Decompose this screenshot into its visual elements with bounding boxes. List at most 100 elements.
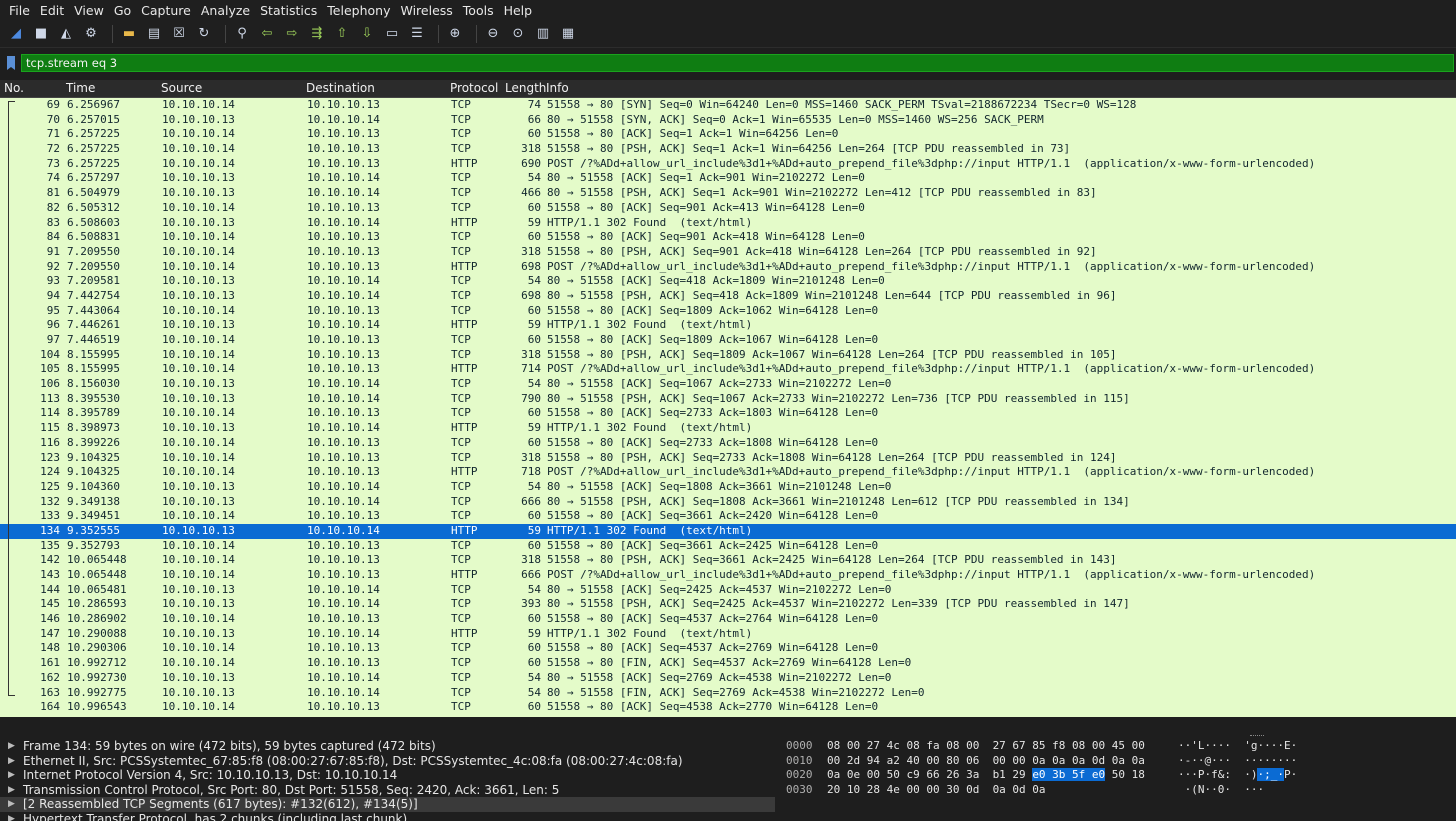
packet-row[interactable]: 125 9.104360 10.10.10.13 10.10.10.14 TCP 54 80… [0, 480, 1456, 495]
packet-list[interactable]: No. Time Source Destination Protocol Len… [0, 80, 1456, 717]
menu-capture[interactable]: Capture [136, 3, 196, 18]
packet-row[interactable]: 123 9.104325 10.10.10.14 10.10.10.13 TCP 318 5… [0, 451, 1456, 466]
packet-row[interactable]: 94 7.442754 10.10.10.13 10.10.10.14 TCP 698 80… [0, 289, 1456, 304]
packet-row[interactable]: 84 6.508831 10.10.10.14 10.10.10.13 TCP 60 515… [0, 230, 1456, 245]
packet-row[interactable]: 91 7.209550 10.10.10.14 10.10.10.13 TCP 318 51… [0, 245, 1456, 260]
packet-row[interactable]: 115 8.398973 10.10.10.13 10.10.10.14 HTTP 59 H… [0, 421, 1456, 436]
ascii-bytes[interactable]: ···P·f&: ·)·;_·P· [1178, 768, 1297, 783]
go-to-packet-icon[interactable]: ⇶ [307, 24, 327, 44]
packet-row[interactable]: 97 7.446519 10.10.10.14 10.10.10.13 TCP 60 515… [0, 333, 1456, 348]
column-header-length[interactable]: Length [505, 81, 546, 95]
packet-row[interactable]: 72 6.257225 10.10.10.14 10.10.10.13 TCP 318 51… [0, 142, 1456, 157]
ascii-bytes[interactable]: ·-··@··· ········ [1178, 754, 1297, 769]
packet-row[interactable]: 147 10.290088 10.10.10.13 10.10.10.14 HTTP 59… [0, 627, 1456, 642]
packet-row[interactable]: 93 7.209581 10.10.10.13 10.10.10.14 TCP 54 80 … [0, 274, 1456, 289]
packet-row[interactable]: 106 8.156030 10.10.10.13 10.10.10.14 TCP 54 80… [0, 377, 1456, 392]
resize-columns-icon[interactable]: ▥ [533, 24, 553, 44]
packet-row[interactable]: 92 7.209550 10.10.10.14 10.10.10.13 HTTP 698 P… [0, 260, 1456, 275]
colorize-icon[interactable]: ☰ [407, 24, 427, 44]
go-back-icon[interactable]: ⇦ [257, 24, 277, 44]
packet-row[interactable]: 162 10.992730 10.10.10.13 10.10.10.14 TCP 54 8… [0, 671, 1456, 686]
last-packet-icon[interactable]: ⇩ [357, 24, 377, 44]
column-header-info[interactable]: Info [546, 81, 569, 95]
detail-tree-item[interactable]: ▶ [2 Reassembled TCP Segments (617 bytes)… [0, 797, 775, 812]
packet-row[interactable]: 142 10.065448 10.10.10.14 10.10.10.13 TCP 318… [0, 553, 1456, 568]
packet-row[interactable]: 135 9.352793 10.10.10.14 10.10.10.13 TCP 60 51… [0, 539, 1456, 554]
expand-arrow-icon[interactable]: ▶ [8, 768, 15, 783]
find-packet-icon[interactable]: ⚲ [232, 24, 252, 44]
packet-row[interactable]: 71 6.257225 10.10.10.14 10.10.10.13 TCP 60 515… [0, 127, 1456, 142]
detail-tree-item[interactable]: ▶ Frame 134: 59 bytes on wire (472 bits),… [0, 739, 775, 754]
packet-row[interactable]: 134 9.352555 10.10.10.13 10.10.10.14 HTTP 59 H… [0, 523, 1456, 539]
menu-view[interactable]: View [69, 3, 109, 18]
menu-file[interactable]: File [4, 3, 35, 18]
go-forward-icon[interactable]: ⇨ [282, 24, 302, 44]
first-packet-icon[interactable]: ⇧ [332, 24, 352, 44]
reload-file-icon[interactable]: ↻ [194, 24, 214, 44]
packet-row[interactable]: 124 9.104325 10.10.10.14 10.10.10.13 HTTP 718… [0, 465, 1456, 480]
packet-row[interactable]: 104 8.155995 10.10.10.14 10.10.10.13 TCP 318 5… [0, 348, 1456, 363]
packet-row[interactable]: 145 10.286593 10.10.10.13 10.10.10.14 TCP 393… [0, 597, 1456, 612]
packet-row[interactable]: 83 6.508603 10.10.10.13 10.10.10.14 HTTP 59 HT… [0, 216, 1456, 231]
packet-row[interactable]: 161 10.992712 10.10.10.14 10.10.10.13 TCP 60 5… [0, 656, 1456, 671]
packet-row[interactable]: 70 6.257015 10.10.10.13 10.10.10.14 TCP 66 80 … [0, 113, 1456, 128]
packet-row[interactable]: 143 10.065448 10.10.10.14 10.10.10.13 HTTP 66… [0, 568, 1456, 583]
menu-tools[interactable]: Tools [458, 3, 499, 18]
packet-row[interactable]: 105 8.155995 10.10.10.14 10.10.10.13 HTTP 714… [0, 362, 1456, 377]
close-file-icon[interactable]: ☒ [169, 24, 189, 44]
menu-help[interactable]: Help [499, 3, 538, 18]
stop-capture-icon[interactable]: ■ [31, 24, 51, 44]
filter-bookmark-icon[interactable] [6, 55, 16, 71]
hex-bytes[interactable]: 0a 0e 00 50 c9 66 26 3a b1 29 e0 3b 5f e… [827, 768, 1145, 783]
detail-tree-item[interactable]: ▶ Internet Protocol Version 4, Src: 10.10… [0, 768, 775, 783]
column-header-protocol[interactable]: Protocol [450, 81, 498, 95]
packet-row[interactable]: 82 6.505312 10.10.10.14 10.10.10.13 TCP 60 515… [0, 201, 1456, 216]
normal-size-icon[interactable]: ⊙ [508, 24, 528, 44]
expand-arrow-icon[interactable]: ▶ [8, 797, 15, 812]
autoscroll-icon[interactable]: ▭ [382, 24, 402, 44]
packet-row[interactable]: 144 10.065481 10.10.10.13 10.10.10.14 TCP 54 8… [0, 583, 1456, 598]
pane-splitter[interactable] [0, 717, 1456, 739]
packet-row[interactable]: 148 10.290306 10.10.10.14 10.10.10.13 TCP 60 5… [0, 641, 1456, 656]
hex-bytes[interactable]: 00 2d 94 a2 40 00 80 06 00 00 0a 0a 0a 0… [827, 754, 1145, 769]
column-header-no[interactable]: No. [4, 81, 24, 95]
ascii-bytes[interactable]: ··'L···· 'g····E· [1178, 739, 1297, 754]
packet-row[interactable]: 132 9.349138 10.10.10.13 10.10.10.14 TCP 666 8… [0, 495, 1456, 510]
display-filter-input[interactable]: tcp.stream eq 3 [21, 54, 1454, 72]
menu-analyze[interactable]: Analyze [196, 3, 255, 18]
packet-row[interactable]: 113 8.395530 10.10.10.13 10.10.10.14 TCP 790 8… [0, 392, 1456, 407]
column-header-source[interactable]: Source [161, 81, 202, 95]
open-file-icon[interactable]: ▬ [119, 24, 139, 44]
layout-icon[interactable]: ▦ [558, 24, 578, 44]
menu-go[interactable]: Go [109, 3, 136, 18]
hex-bytes[interactable]: 20 10 28 4e 00 00 30 0d 0a 0d 0a [827, 783, 1046, 798]
menu-telephony[interactable]: Telephony [322, 3, 395, 18]
packet-row[interactable]: 73 6.257225 10.10.10.14 10.10.10.13 HTTP 690 P… [0, 157, 1456, 172]
detail-tree-item[interactable]: ▶ Hypertext Transfer Protocol, has 2 chun… [0, 812, 775, 821]
packet-bytes-pane[interactable]: 0000 08 00 27 4c 08 fa 08 00 27 67 85 f8 … [779, 739, 1456, 821]
packet-row[interactable]: 81 6.504979 10.10.10.13 10.10.10.14 TCP 466 80… [0, 186, 1456, 201]
expand-arrow-icon[interactable]: ▶ [8, 783, 15, 798]
hex-bytes[interactable]: 08 00 27 4c 08 fa 08 00 27 67 85 f8 08 0… [827, 739, 1145, 754]
restart-capture-icon[interactable]: ◭ [56, 24, 76, 44]
packet-row[interactable]: 116 8.399226 10.10.10.14 10.10.10.13 TCP 60 51… [0, 436, 1456, 451]
packet-row[interactable]: 133 9.349451 10.10.10.14 10.10.10.13 TCP 60 51… [0, 509, 1456, 524]
packet-row[interactable]: 164 10.996543 10.10.10.14 10.10.10.13 TCP 60 5… [0, 700, 1456, 715]
packet-row[interactable]: 146 10.286902 10.10.10.14 10.10.10.13 TCP 60 5… [0, 612, 1456, 627]
menu-edit[interactable]: Edit [35, 3, 69, 18]
detail-tree-item[interactable]: ▶ Ethernet II, Src: PCSSystemtec_67:85:f8… [0, 754, 775, 769]
packet-row[interactable]: 95 7.443064 10.10.10.14 10.10.10.13 TCP 60 515… [0, 304, 1456, 319]
packet-row[interactable]: 114 8.395789 10.10.10.14 10.10.10.13 TCP 60 51… [0, 406, 1456, 421]
menu-wireless[interactable]: Wireless [395, 3, 457, 18]
packet-row[interactable]: 96 7.446261 10.10.10.13 10.10.10.14 HTTP 59 HT… [0, 318, 1456, 333]
column-header-time[interactable]: Time [66, 81, 95, 95]
shark-fin-start-icon[interactable]: ◢ [6, 24, 26, 44]
packet-row[interactable]: 163 10.992775 10.10.10.13 10.10.10.14 TCP 54 8… [0, 686, 1456, 701]
expand-arrow-icon[interactable]: ▶ [8, 812, 15, 821]
expand-arrow-icon[interactable]: ▶ [8, 739, 15, 754]
capture-options-icon[interactable]: ⚙ [81, 24, 101, 44]
packet-row[interactable]: 74 6.257297 10.10.10.13 10.10.10.14 TCP 54 80 … [0, 171, 1456, 186]
ascii-bytes[interactable]: ·(N··0· ··· [1178, 783, 1264, 798]
column-header-destination[interactable]: Destination [306, 81, 375, 95]
zoom-in-icon[interactable]: ⊕ [445, 24, 465, 44]
